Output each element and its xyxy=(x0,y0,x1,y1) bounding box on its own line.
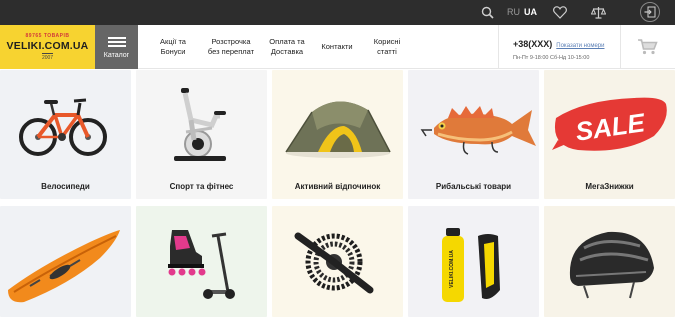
kayak-image xyxy=(8,230,120,303)
category-tile-outdoor[interactable]: Активний відпочинок xyxy=(272,70,403,199)
phone-number[interactable]: +38(XXX) xyxy=(513,39,552,49)
main-header: 89765 ТОВАРІВ VELIKI.COM.UA 2007 Каталог… xyxy=(0,25,675,69)
category-tile-bicycles[interactable]: Велосипеди xyxy=(0,70,131,199)
category-tile-scooters[interactable] xyxy=(136,206,267,317)
contact-block: +38(XXX) Показати номери Пн-Пт 9-18:00 Сб… xyxy=(498,25,608,69)
exercise-bike-image xyxy=(174,88,226,161)
logo-name: VELIKI.COM.UA xyxy=(6,40,89,52)
nav-payment-delivery[interactable]: Оплата та Доставка xyxy=(264,25,310,69)
login-icon[interactable] xyxy=(640,2,660,22)
category-label: Активний відпочинок xyxy=(294,182,381,191)
fishing-lure-image xyxy=(420,106,536,155)
nav-installments[interactable]: Розстрочка без переплат xyxy=(202,25,260,69)
nav-contacts[interactable]: Контакти xyxy=(314,25,360,69)
rollerblades-scooter-image xyxy=(168,230,235,299)
sale-image: SALE xyxy=(552,97,667,151)
heart-icon[interactable] xyxy=(551,4,568,21)
crankset-image xyxy=(294,232,374,294)
bicycle-image xyxy=(19,98,107,156)
menu-icon xyxy=(107,35,126,49)
category-label: Велосипеди xyxy=(41,182,90,191)
top-bar: RU UA xyxy=(0,0,675,25)
tent-image xyxy=(285,101,391,158)
category-tile-megasale[interactable]: SALE МегаЗнижки xyxy=(544,70,675,199)
category-tile-kayaks[interactable] xyxy=(0,206,131,317)
category-tile-helmets[interactable] xyxy=(544,206,675,317)
scales-icon[interactable] xyxy=(590,4,607,21)
category-label: МегаЗнижки xyxy=(585,182,634,191)
nav-articles[interactable]: Корисні статті xyxy=(365,25,409,69)
helmet-image xyxy=(569,231,654,299)
catalog-button[interactable]: Каталог xyxy=(95,25,138,69)
logo-year: 2007 xyxy=(41,53,54,61)
bottle-cage-image: VELIKI.COM.UA xyxy=(442,228,500,302)
cart-icon xyxy=(638,39,658,55)
show-numbers-link[interactable]: Показати номери xyxy=(556,43,604,49)
category-tile-fishing[interactable]: Рибальські товари xyxy=(408,70,539,199)
catalog-label: Каталог xyxy=(103,52,130,59)
cart-button[interactable] xyxy=(620,25,675,69)
category-tile-accessories[interactable]: VELIKI.COM.UA xyxy=(408,206,539,317)
bottle-text: VELIKI.COM.UA xyxy=(449,250,455,288)
lang-ru-link[interactable]: RU xyxy=(507,7,520,17)
lang-ua-link[interactable]: UA xyxy=(524,7,537,17)
site-logo[interactable]: 89765 ТОВАРІВ VELIKI.COM.UA 2007 xyxy=(0,25,95,69)
working-hours: Пн-Пт 9-18:00 Сб-Нд 10-15:00 xyxy=(513,55,590,61)
logo-product-count: 89765 ТОВАРІВ xyxy=(25,33,70,39)
category-tile-bike-parts[interactable] xyxy=(272,206,403,317)
category-tile-sport[interactable]: Спорт та фітнес xyxy=(136,70,267,199)
nav-promotions[interactable]: Акції та Бонуси xyxy=(148,25,198,69)
category-label: Спорт та фітнес xyxy=(169,182,234,191)
category-label: Рибальські товари xyxy=(435,182,512,191)
search-icon[interactable] xyxy=(479,4,496,21)
